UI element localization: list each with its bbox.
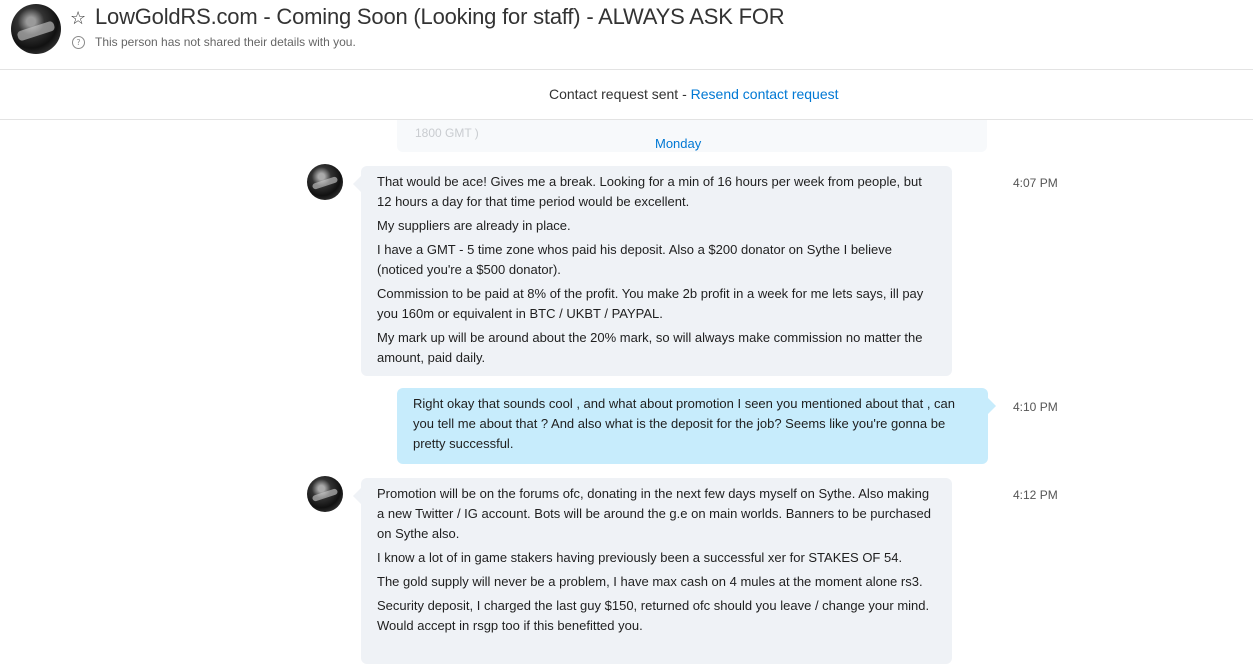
contact-request-label: Contact request sent - [549, 86, 691, 102]
conversation-header: ☆ LowGoldRS.com - Coming Soon (Looking f… [0, 0, 1253, 70]
outgoing-message-bubble[interactable]: Right okay that sounds cool , and what a… [397, 388, 996, 464]
incoming-message-bubble[interactable]: That would be ace! Gives me a break. Loo… [353, 166, 952, 376]
sender-avatar[interactable] [307, 164, 343, 200]
profile-privacy-notice: This person has not shared their details… [95, 35, 356, 49]
previous-message-text: 1800 GMT ) [415, 126, 479, 140]
contact-avatar[interactable] [11, 4, 61, 54]
message-paragraph: I have a GMT - 5 time zone whos paid his… [377, 242, 893, 277]
message-timestamp: 4:07 PM [1013, 176, 1058, 190]
message-paragraph: Security deposit, I charged the last guy… [377, 598, 930, 633]
message-paragraph: I know a lot of in game stakers having p… [377, 550, 903, 565]
resend-contact-request-link[interactable]: Resend contact request [691, 86, 839, 102]
info-icon: ? [72, 36, 85, 49]
sender-avatar[interactable] [307, 476, 343, 512]
favorite-star-icon[interactable]: ☆ [70, 8, 86, 29]
day-separator: Monday [655, 136, 702, 151]
message-paragraph: The gold supply will never be a problem,… [377, 574, 923, 589]
message-paragraph: My suppliers are already in place. [377, 218, 571, 233]
incoming-message-bubble[interactable]: Promotion will be on the forums ofc, don… [353, 478, 952, 664]
message-paragraph: Commission to be paid at 8% of the profi… [377, 286, 924, 321]
conversation-title[interactable]: LowGoldRS.com - Coming Soon (Looking for… [95, 4, 785, 30]
message-paragraph: Right okay that sounds cool , and what a… [413, 396, 956, 451]
message-paragraph: Promotion will be on the forums ofc, don… [377, 486, 932, 541]
message-timestamp: 4:10 PM [1013, 400, 1058, 414]
contact-request-bar: Contact request sent - Resend contact re… [0, 70, 1253, 120]
message-paragraph: My mark up will be around about the 20% … [377, 330, 923, 365]
contact-request-status: Contact request sent - Resend contact re… [549, 86, 839, 102]
message-timestamp: 4:12 PM [1013, 488, 1058, 502]
message-paragraph: That would be ace! Gives me a break. Loo… [377, 174, 922, 209]
